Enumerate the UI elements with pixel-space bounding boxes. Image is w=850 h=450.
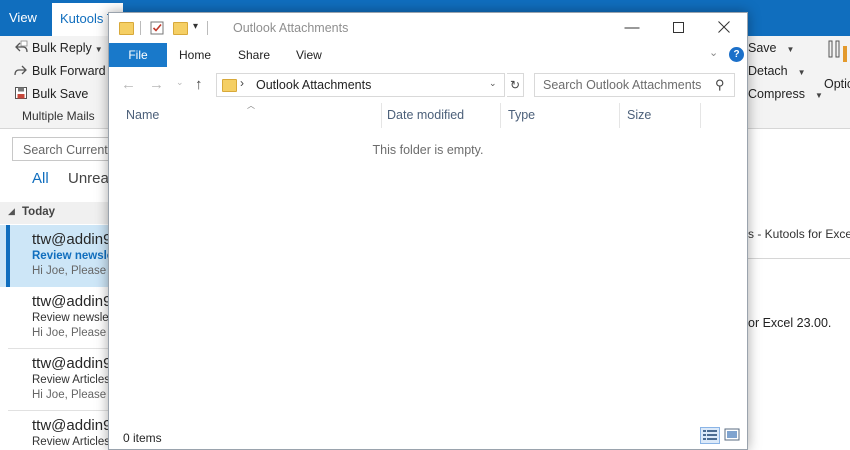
- column-header-date-modified[interactable]: Date modified: [387, 108, 464, 122]
- reading-pane-body: or Excel 23.00.: [748, 316, 832, 330]
- detach-label: Detach: [748, 64, 788, 78]
- bulk-reply-label: Bulk Reply: [32, 41, 92, 55]
- column-divider[interactable]: [700, 103, 701, 128]
- bulk-reply-button[interactable]: Bulk Reply ▼: [14, 38, 103, 58]
- maximize-icon: [672, 22, 684, 33]
- large-icons-view-icon: [724, 428, 740, 441]
- search-input[interactable]: Search Outlook Attachments: [534, 73, 735, 97]
- tab-share[interactable]: Share: [238, 43, 270, 67]
- ribbon-group-label: Multiple Mails: [22, 109, 95, 123]
- mail-preview: Hi Joe, Please: [32, 389, 107, 401]
- bulk-save-button[interactable]: Bulk Save: [14, 84, 88, 104]
- up-button[interactable]: ↑: [195, 76, 203, 93]
- column-header-type[interactable]: Type: [508, 108, 535, 122]
- outlook-tab-view[interactable]: View: [9, 0, 37, 36]
- mail-preview: Hi Joe, Please: [32, 265, 107, 277]
- options-icon: [828, 40, 847, 62]
- breadcrumb-current[interactable]: Outlook Attachments: [256, 78, 371, 92]
- reply-all-icon: [15, 40, 28, 53]
- today-label: Today: [22, 206, 56, 218]
- customize-toolbar-icon[interactable]: ▾: [193, 21, 198, 32]
- bulk-forward-label: Bulk Forward: [32, 64, 106, 78]
- close-button[interactable]: [701, 13, 747, 43]
- filter-all[interactable]: All: [32, 170, 49, 187]
- compress-button[interactable]: Compress ▼: [748, 84, 823, 104]
- column-header-size[interactable]: Size: [627, 108, 651, 122]
- help-icon[interactable]: ?: [729, 47, 744, 62]
- recent-locations-button[interactable]: ⌄: [176, 77, 184, 88]
- toolbar-divider: [140, 21, 141, 35]
- mail-from: ttw@addin9: [32, 231, 112, 248]
- window-title: Outlook Attachments: [233, 21, 349, 35]
- chevron-down-icon: ▼: [797, 68, 806, 77]
- new-folder-icon[interactable]: [173, 22, 188, 35]
- expand-ribbon-icon[interactable]: ⌄: [709, 46, 718, 59]
- tab-home[interactable]: Home: [179, 43, 211, 67]
- large-icons-view-button[interactable]: [723, 427, 743, 444]
- save-label: Save: [748, 41, 777, 55]
- mail-item[interactable]: ttw@addin9 Review Articles Hi Joe, Pleas…: [0, 349, 112, 411]
- tab-file[interactable]: File: [109, 43, 167, 67]
- back-button[interactable]: ←: [121, 76, 136, 93]
- bulk-forward-button[interactable]: Bulk Forward: [14, 61, 106, 81]
- column-header-name[interactable]: Name: [126, 108, 159, 122]
- chevron-down-icon: ⌄: [176, 77, 184, 87]
- minimize-icon: —: [624, 19, 640, 36]
- folder-icon: [222, 79, 237, 92]
- mail-from: ttw@addin9: [32, 293, 112, 310]
- tab-view[interactable]: View: [296, 43, 322, 67]
- refresh-icon: ↻: [509, 78, 521, 92]
- mail-from: ttw@addin9: [32, 355, 112, 372]
- options-button[interactable]: [826, 40, 848, 67]
- mail-item[interactable]: ttw@addin9 Review newslet Hi Joe, Please: [0, 287, 112, 349]
- mail-subject: Review Articles: [32, 436, 110, 448]
- details-view-icon: [703, 430, 717, 440]
- sort-ascending-icon: ︿: [247, 101, 255, 110]
- column-divider[interactable]: [619, 103, 620, 128]
- properties-icon[interactable]: [150, 21, 164, 35]
- address-dropdown-icon[interactable]: ⌄: [489, 78, 497, 89]
- reading-pane-divider: [748, 258, 850, 259]
- column-divider[interactable]: [500, 103, 501, 128]
- today-group-header[interactable]: ◢ Today: [0, 202, 110, 224]
- details-view-button[interactable]: [700, 427, 720, 444]
- mail-subject: Review newsle: [32, 250, 114, 262]
- search-icon: ⚲: [715, 77, 725, 92]
- explorer-window: ▾ Outlook Attachments — File Home Share …: [108, 12, 748, 450]
- mail-subject: Review newslet: [32, 312, 112, 324]
- bulk-save-label: Bulk Save: [32, 87, 89, 101]
- status-item-count: 0 items: [123, 431, 162, 445]
- chevron-down-icon: ▼: [94, 45, 103, 54]
- folder-icon: [119, 22, 134, 35]
- mail-preview: Hi Joe, Please: [32, 327, 107, 339]
- selected-indicator: [6, 225, 10, 287]
- toolbar-divider: [207, 21, 208, 35]
- refresh-button[interactable]: ↻: [507, 73, 524, 97]
- arrow-up-icon: ↑: [195, 76, 203, 93]
- minimize-button[interactable]: —: [609, 13, 655, 43]
- breadcrumb-chevron-icon[interactable]: ›: [240, 76, 244, 90]
- chevron-down-icon: ▼: [786, 45, 795, 54]
- forward-button[interactable]: →: [149, 76, 164, 93]
- detach-button[interactable]: Detach ▼: [748, 61, 806, 81]
- column-divider[interactable]: [381, 103, 382, 128]
- collapse-triangle-icon: ◢: [8, 206, 15, 216]
- forward-icon: [14, 65, 27, 76]
- chevron-down-icon: ▼: [814, 91, 823, 100]
- maximize-button[interactable]: [655, 13, 701, 43]
- mail-from: ttw@addin9: [32, 417, 112, 434]
- close-icon: [718, 21, 730, 33]
- compress-label: Compress: [748, 87, 805, 101]
- arrow-right-icon: →: [149, 76, 164, 93]
- save-icon: [15, 87, 27, 99]
- options-label: Optic: [824, 77, 850, 91]
- mail-subject: Review Articles: [32, 374, 110, 386]
- mail-item[interactable]: ttw@addin9 Review newsle Hi Joe, Please: [0, 225, 114, 287]
- reading-pane-title: s - Kutools for Excel: [748, 227, 850, 241]
- save-attachments-button[interactable]: Save ▼: [748, 38, 794, 58]
- arrow-left-icon: ←: [121, 76, 136, 93]
- mail-item[interactable]: ttw@addin9 Review Articles: [0, 411, 112, 450]
- empty-folder-message: This folder is empty.: [372, 143, 484, 157]
